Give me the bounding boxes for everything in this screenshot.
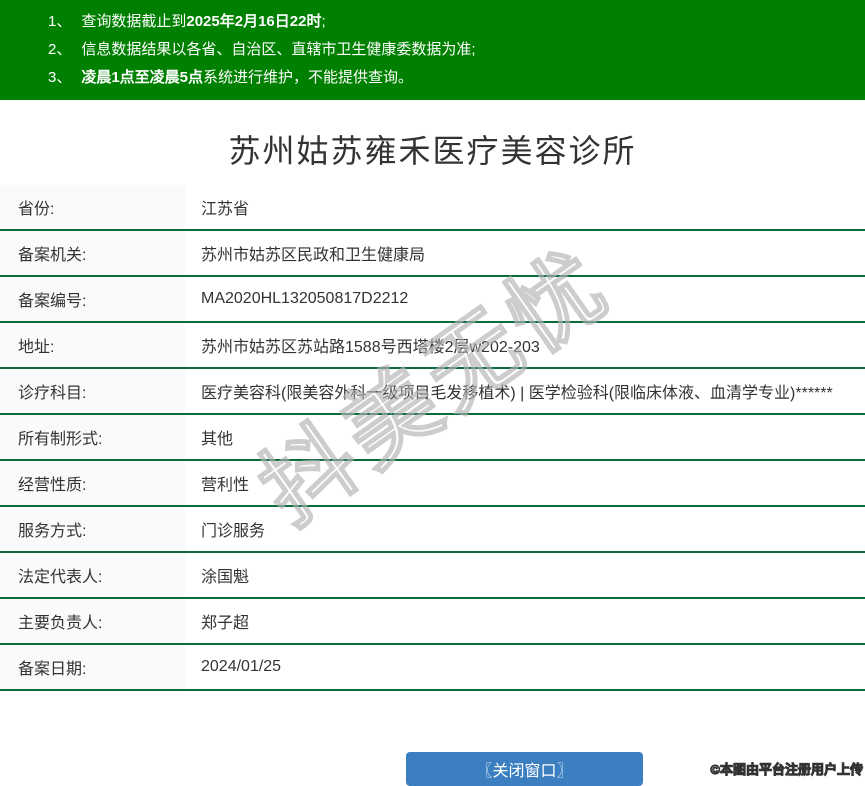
- notice-banner: 1、 查询数据截止到2025年2月16日22时; 2、 信息数据结果以各省、自治区、…: [0, 0, 865, 100]
- table-row-filing-date: 备案日期: 2024/01/25: [0, 645, 865, 691]
- field-value: 门诊服务: [201, 523, 266, 540]
- notice-text: ;: [321, 13, 326, 30]
- notice-line-number: 3、: [48, 69, 72, 86]
- notice-line-number: 2、: [48, 41, 72, 58]
- notice-line-3: 3、 凌晨1点至凌晨5点系统进行维护，不能提供查询。: [48, 64, 855, 92]
- field-label: 备案机关:: [0, 231, 185, 275]
- table-row-address: 地址: 苏州市姑苏区苏站路1588号西塔楼2层w202-203: [0, 323, 865, 369]
- table-row-main-person-in-charge: 主要负责人: 郑子超: [0, 599, 865, 645]
- field-value: 郑子超: [201, 615, 250, 632]
- field-value: 苏州市姑苏区苏站路1588号西塔楼2层w202-203: [201, 339, 540, 356]
- table-row-legal-representative: 法定代表人: 涂国魁: [0, 553, 865, 599]
- notice-line-number: 1、: [48, 13, 72, 30]
- table-row-ownership-form: 所有制形式: 其他: [0, 415, 865, 461]
- table-row-business-nature: 经营性质: 营利性: [0, 461, 865, 507]
- notice-text-bold: 凌晨1点至凌晨5点: [81, 69, 204, 86]
- field-label: 地址:: [0, 323, 185, 367]
- table-row-province: 省份: 江苏省: [0, 185, 865, 231]
- field-label: 法定代表人:: [0, 553, 185, 597]
- field-value: 营利性: [201, 477, 250, 494]
- notice-text-bold: 2025年2月16日22时: [186, 13, 322, 30]
- field-label: 经营性质:: [0, 461, 185, 505]
- field-value: MA2020HL132050817D2212: [201, 290, 409, 307]
- table-row-filing-number: 备案编号: MA2020HL132050817D2212: [0, 277, 865, 323]
- field-value: 涂国魁: [201, 569, 250, 586]
- table-row-medical-subjects: 诊疗科目: 医疗美容科(限美容外科一级项目毛发移植术) | 医学检验科(限临床体…: [0, 369, 865, 415]
- field-value: 2024/01/25: [201, 658, 282, 675]
- field-value: 医疗美容科(限美容外科一级项目毛发移植术) | 医学检验科(限临床体液、血清学专…: [201, 385, 833, 402]
- table-row-service-mode: 服务方式: 门诊服务: [0, 507, 865, 553]
- close-window-button[interactable]: 〖关闭窗口〗: [406, 752, 643, 786]
- field-label: 主要负责人:: [0, 599, 185, 643]
- notice-line-1: 1、 查询数据截止到2025年2月16日22时;: [48, 8, 855, 36]
- field-value: 苏州市姑苏区民政和卫生健康局: [201, 247, 426, 264]
- field-label: 所有制形式:: [0, 415, 185, 459]
- notice-text: 信息数据结果以各省、自治区、直辖市卫生健康委数据为准;: [81, 41, 476, 58]
- field-label: 诊疗科目:: [0, 369, 185, 413]
- field-label: 省份:: [0, 185, 185, 229]
- notice-text: 查询数据截止到: [81, 13, 187, 30]
- field-value: 其他: [201, 431, 234, 448]
- field-value: 江苏省: [201, 201, 250, 218]
- institution-info-table: 省份: 江苏省 备案机关: 苏州市姑苏区民政和卫生健康局 备案编号: MA202…: [0, 185, 865, 691]
- notice-text: 系统进行维护，不能提供查询。: [203, 69, 414, 86]
- field-label: 备案日期:: [0, 645, 185, 689]
- uploader-copyright-stamp: ©本图由平台注册用户上传: [710, 762, 864, 778]
- field-label: 备案编号:: [0, 277, 185, 321]
- notice-line-2: 2、 信息数据结果以各省、自治区、直辖市卫生健康委数据为准;: [48, 36, 855, 64]
- field-label: 服务方式:: [0, 507, 185, 551]
- page-title: 苏州姑苏雍禾医疗美容诊所: [228, 133, 637, 169]
- table-row-filing-authority: 备案机关: 苏州市姑苏区民政和卫生健康局: [0, 231, 865, 277]
